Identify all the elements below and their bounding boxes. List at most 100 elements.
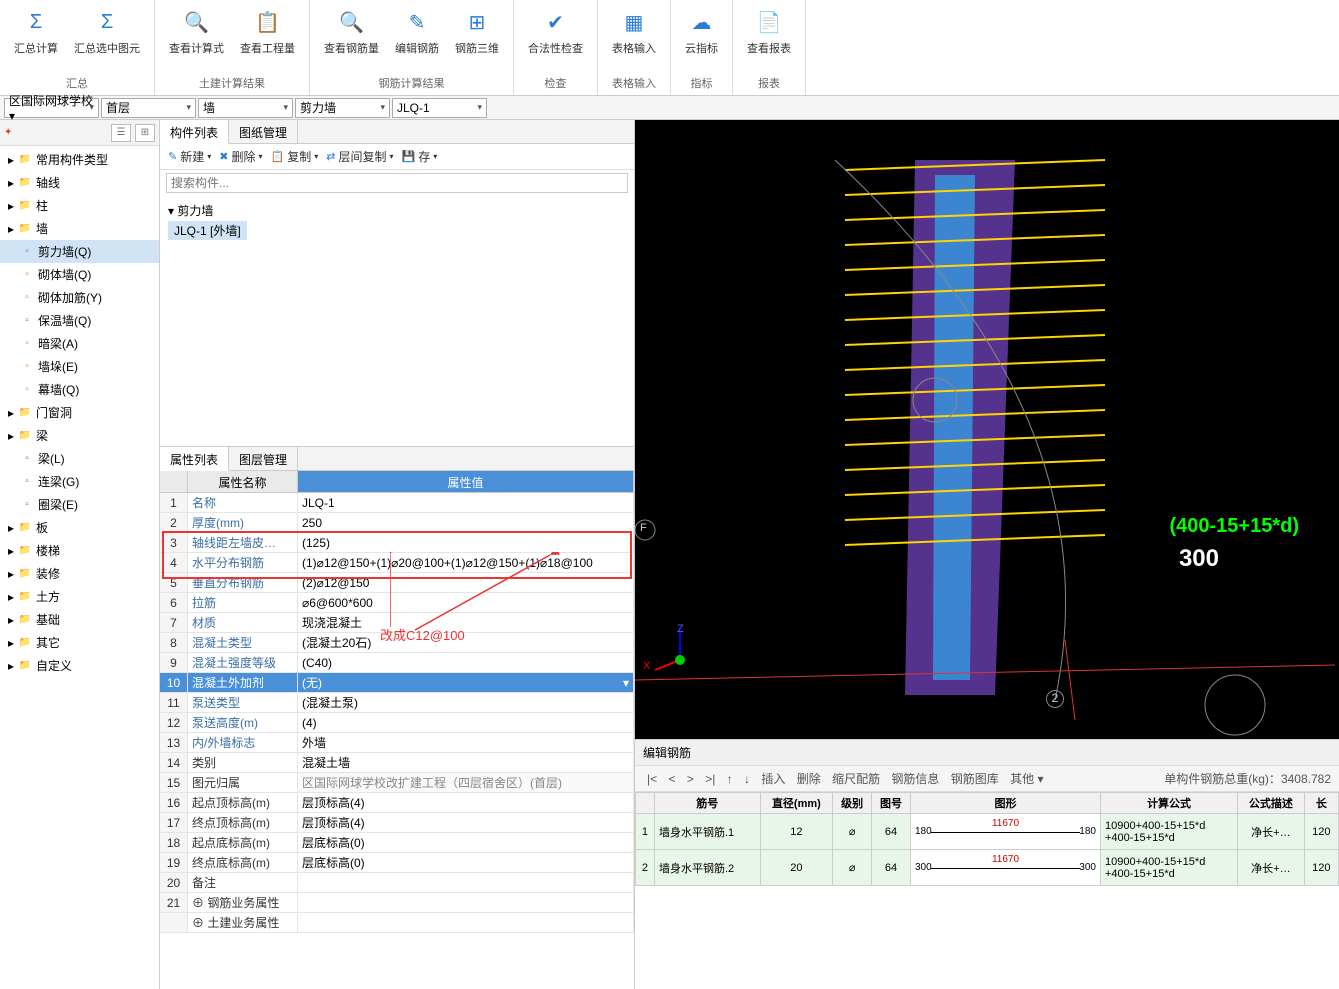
- rebar-table[interactable]: 筋号直径(mm)级别图号图形计算公式公式描述长 1墙身水平钢筋.112⌀64 1…: [635, 792, 1339, 886]
- context-select-0[interactable]: 区国际网球学校 ▾: [4, 98, 99, 118]
- rebar-tb-btn[interactable]: 插入: [757, 772, 789, 786]
- nav-保温墙(Q)[interactable]: ▫保温墙(Q): [0, 309, 159, 332]
- ribbon-查看钢筋量[interactable]: 🔍查看钢筋量: [318, 4, 385, 58]
- nav-墙垛(E)[interactable]: ▫墙垛(E): [0, 355, 159, 378]
- rebar-header: 直径(mm): [760, 793, 833, 814]
- member-root[interactable]: 剪力墙: [177, 204, 213, 218]
- view-grid-icon[interactable]: ⊞: [135, 124, 155, 142]
- axis-node-f: F: [640, 522, 647, 534]
- subtoolbar-删除[interactable]: ✖删除▾: [219, 148, 262, 165]
- nav-楼梯[interactable]: ▸ 📁楼梯: [0, 539, 159, 562]
- rebar-row[interactable]: 1墙身水平钢筋.112⌀64 180 11670 180 10900+400-1…: [636, 814, 1339, 850]
- rebar-tb-btn[interactable]: >|: [701, 772, 719, 786]
- member-tabs: 构件列表 图纸管理: [160, 120, 634, 144]
- ribbon-合法性检查[interactable]: ✔合法性检查: [522, 4, 589, 58]
- prop-row-10[interactable]: 10混凝土外加剂(无) ▾: [160, 673, 634, 693]
- context-select-2[interactable]: 墙: [198, 98, 293, 118]
- prop-header-name: 属性名称: [188, 471, 298, 492]
- nav-圈梁(E)[interactable]: ▫圈梁(E): [0, 493, 159, 516]
- ribbon-表格输入[interactable]: ▦表格输入: [606, 4, 662, 58]
- nav-柱[interactable]: ▸ 📁柱: [0, 194, 159, 217]
- prop-row-2[interactable]: 2厚度(mm)250: [160, 513, 634, 533]
- subtoolbar-层间复制[interactable]: ⇄层间复制▾: [326, 148, 393, 165]
- prop-row-1[interactable]: 1名称JLQ-1: [160, 493, 634, 513]
- prop-row-6[interactable]: 6拉筋⌀6@600*600: [160, 593, 634, 613]
- rebar-tb-btn[interactable]: 钢筋信息: [887, 772, 943, 786]
- nav-基础[interactable]: ▸ 📁基础: [0, 608, 159, 631]
- nav-门窗洞[interactable]: ▸ 📁门窗洞: [0, 401, 159, 424]
- ribbon-查看工程量[interactable]: 📋查看工程量: [234, 4, 301, 58]
- prop-row-16[interactable]: 16起点顶标高(m)层顶标高(4): [160, 793, 634, 813]
- nav-其它[interactable]: ▸ 📁其它: [0, 631, 159, 654]
- rebar-header: 图形: [910, 793, 1100, 814]
- tab-prop-list[interactable]: 属性列表: [160, 447, 229, 471]
- rebar-tb-btn[interactable]: 钢筋图库: [947, 772, 1003, 786]
- nav-装修[interactable]: ▸ 📁装修: [0, 562, 159, 585]
- tab-drawing-mgmt[interactable]: 图纸管理: [229, 120, 298, 143]
- context-select-1[interactable]: 首层: [101, 98, 196, 118]
- prop-row-15[interactable]: 15图元归属区国际网球学校改扩建工程（四层宿舍区）(首层): [160, 773, 634, 793]
- prop-row-5[interactable]: 5垂直分布钢筋(2)⌀12@150: [160, 573, 634, 593]
- nav-常用构件类型[interactable]: ▸ 📁常用构件类型: [0, 148, 159, 171]
- prop-row-13[interactable]: 13内/外墙标志外墙: [160, 733, 634, 753]
- nav-暗梁(A)[interactable]: ▫暗梁(A): [0, 332, 159, 355]
- prop-row-14[interactable]: 14类别混凝土墙: [160, 753, 634, 773]
- rebar-tb-btn[interactable]: 缩尺配筋: [828, 772, 884, 786]
- prop-row-[interactable]: ⊕ 土建业务属性: [160, 913, 634, 933]
- nav-板[interactable]: ▸ 📁板: [0, 516, 159, 539]
- ribbon-查看计算式[interactable]: 🔍查看计算式: [163, 4, 230, 58]
- prop-row-4[interactable]: 4水平分布钢筋(1)⌀12@150+(1)⌀20@100+(1)⌀12@150+…: [160, 553, 634, 573]
- prop-row-11[interactable]: 11泵送类型(混凝土泵): [160, 693, 634, 713]
- nav-土方[interactable]: ▸ 📁土方: [0, 585, 159, 608]
- rebar-tb-btn[interactable]: >: [683, 772, 698, 786]
- tab-member-list[interactable]: 构件列表: [160, 120, 229, 144]
- nav-墙[interactable]: ▸ 📁墙: [0, 217, 159, 240]
- prop-row-18[interactable]: 18起点底标高(m)层底标高(0): [160, 833, 634, 853]
- viewport-dimension: 300: [1179, 545, 1219, 573]
- rebar-tb-btn[interactable]: ↓: [740, 772, 754, 786]
- rebar-header: 图号: [872, 793, 911, 814]
- 3d-viewport[interactable]: 钢筋显示控制面板 ✓剪力墙水平筋✓剪力墙垂直筋✓下层墙体纵筋的露出长度✓显示其它…: [635, 120, 1339, 739]
- ribbon-汇总计算[interactable]: Σ汇总计算: [8, 4, 64, 58]
- ribbon-钢筋三维[interactable]: ⊞钢筋三维: [449, 4, 505, 58]
- context-select-4[interactable]: JLQ-1: [392, 98, 487, 118]
- nav-连梁(G)[interactable]: ▫连梁(G): [0, 470, 159, 493]
- tab-layer-mgmt[interactable]: 图层管理: [229, 447, 298, 470]
- prop-row-9[interactable]: 9混凝土强度等级(C40): [160, 653, 634, 673]
- ribbon-汇总选中图元[interactable]: Σ汇总选中图元: [68, 4, 146, 58]
- rebar-tb-btn[interactable]: <: [664, 772, 679, 786]
- prop-row-21[interactable]: 21⊕ 钢筋业务属性: [160, 893, 634, 913]
- rebar-tb-btn[interactable]: |<: [643, 772, 661, 786]
- nav-轴线[interactable]: ▸ 📁轴线: [0, 171, 159, 194]
- ribbon-查看报表[interactable]: 📄查看报表: [741, 4, 797, 58]
- prop-row-19[interactable]: 19终点底标高(m)层底标高(0): [160, 853, 634, 873]
- ribbon-编辑钢筋[interactable]: ✎编辑钢筋: [389, 4, 445, 58]
- subtoolbar-存[interactable]: 💾存▾: [401, 148, 437, 165]
- nav-梁(L)[interactable]: ▫梁(L): [0, 447, 159, 470]
- nav-幕墙(Q)[interactable]: ▫幕墙(Q): [0, 378, 159, 401]
- ucs-x-label: X: [643, 660, 650, 672]
- subtoolbar-新建[interactable]: ✎新建▾: [168, 148, 211, 165]
- search-input[interactable]: [166, 173, 628, 193]
- prop-row-20[interactable]: 20备注: [160, 873, 634, 893]
- viewport-formula: (400-15+15*d): [1169, 515, 1299, 538]
- rebar-tb-btn[interactable]: 其他 ▾: [1006, 772, 1047, 786]
- view-list-icon[interactable]: ☰: [111, 124, 131, 142]
- rebar-toolbar: |< < > >| ↑ ↓ 插入 删除 缩尺配筋 钢筋信息 钢筋图库 其他 ▾ …: [635, 766, 1339, 792]
- rebar-tb-btn[interactable]: ↑: [723, 772, 737, 786]
- subtoolbar-复制[interactable]: 📋复制▾: [271, 148, 319, 165]
- prop-row-12[interactable]: 12泵送高度(m)(4): [160, 713, 634, 733]
- prop-row-3[interactable]: 3轴线距左墙皮…(125): [160, 533, 634, 553]
- nav-自定义[interactable]: ▸ 📁自定义: [0, 654, 159, 677]
- rebar-row[interactable]: 2墙身水平钢筋.220⌀64 300 11670 300 10900+400-1…: [636, 850, 1339, 886]
- member-item[interactable]: JLQ-1 [外墙]: [168, 221, 247, 240]
- right-panel: 钢筋显示控制面板 ✓剪力墙水平筋✓剪力墙垂直筋✓下层墙体纵筋的露出长度✓显示其它…: [635, 120, 1339, 989]
- nav-砌体墙(Q)[interactable]: ▫砌体墙(Q): [0, 263, 159, 286]
- prop-row-17[interactable]: 17终点顶标高(m)层顶标高(4): [160, 813, 634, 833]
- rebar-tb-btn[interactable]: 删除: [793, 772, 825, 786]
- nav-砌体加筋(Y)[interactable]: ▫砌体加筋(Y): [0, 286, 159, 309]
- nav-剪力墙(Q)[interactable]: ▫剪力墙(Q): [0, 240, 159, 263]
- ribbon-云指标[interactable]: ☁云指标: [679, 4, 724, 58]
- nav-梁[interactable]: ▸ 📁梁: [0, 424, 159, 447]
- context-select-3[interactable]: 剪力墙: [295, 98, 390, 118]
